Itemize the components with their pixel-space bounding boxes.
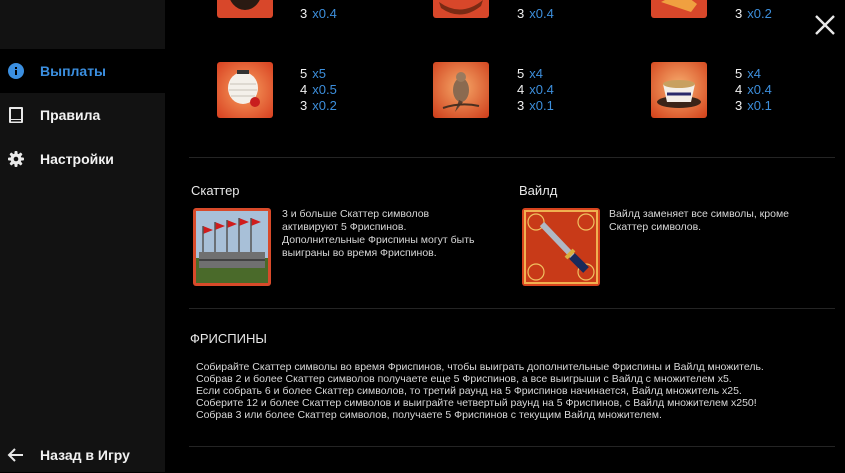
paytable-symbol-top-2: [433, 0, 489, 18]
divider: [189, 446, 835, 447]
sidebar-item-label: Выплаты: [40, 63, 107, 79]
paytable-symbol-top-1: [217, 0, 273, 18]
multiplier-line: 3 x0.1: [735, 98, 772, 113]
bird-symbol: [433, 62, 489, 118]
gear-icon: [7, 150, 25, 168]
sidebar-item-settings[interactable]: Настройки: [0, 137, 165, 181]
multiplier-line: 3 x0.4: [300, 6, 337, 21]
sidebar-item-payouts[interactable]: Выплаты: [0, 49, 165, 93]
sidebar-item-label: Настройки: [40, 151, 114, 167]
multiplier-line: 4 x0.4: [735, 82, 772, 97]
sidebar-item-label: Правила: [40, 107, 101, 123]
sidebar-item-rules[interactable]: Правила: [0, 93, 165, 137]
sidebar: Выплаты Правила Настройки Назад в Игру: [0, 0, 165, 472]
freespins-description: Собирайте Скаттер символы во время Фрисп…: [196, 361, 764, 421]
multiplier-line: 3 x0.4: [517, 6, 554, 21]
divider: [189, 308, 835, 309]
multiplier-line: 4 x0.4: [517, 82, 554, 97]
info-icon: [7, 62, 25, 80]
multiplier-line: 5 x4: [735, 66, 761, 81]
multiplier-line: 3 x0.2: [300, 98, 337, 113]
arrow-left-icon: [7, 446, 25, 464]
paytable-content: 3x0.4 3x0.4 3x0.2 5x5 4x0.5 3x0.2: [165, 0, 845, 472]
multiplier-line: 3 x0.1: [517, 98, 554, 113]
wild-title: Вайлд: [519, 183, 558, 198]
multiplier-line: 5 x4: [517, 66, 543, 81]
book-icon: [7, 106, 25, 124]
lantern-symbol: [217, 62, 273, 118]
scatter-description: 3 и больше Скаттер символов активируют 5…: [282, 208, 475, 259]
multiplier-line: 4 x0.5: [300, 82, 337, 97]
teacup-symbol: [651, 62, 707, 118]
back-to-game-button[interactable]: Назад в Игру: [0, 437, 165, 473]
scatter-symbol: [193, 208, 271, 286]
multiplier-line: 3 x0.2: [735, 6, 772, 21]
wild-description: Вайлд заменяет все символы, кроме Скатте…: [609, 208, 790, 233]
freespins-title: ФРИСПИНЫ: [190, 331, 267, 346]
multiplier-line: 5 x5: [300, 66, 326, 81]
divider: [189, 157, 835, 158]
wild-symbol: [522, 208, 600, 286]
paytable-symbol-top-3: [651, 0, 707, 18]
back-label: Назад в Игру: [40, 447, 130, 463]
scatter-title: Скаттер: [191, 183, 240, 198]
